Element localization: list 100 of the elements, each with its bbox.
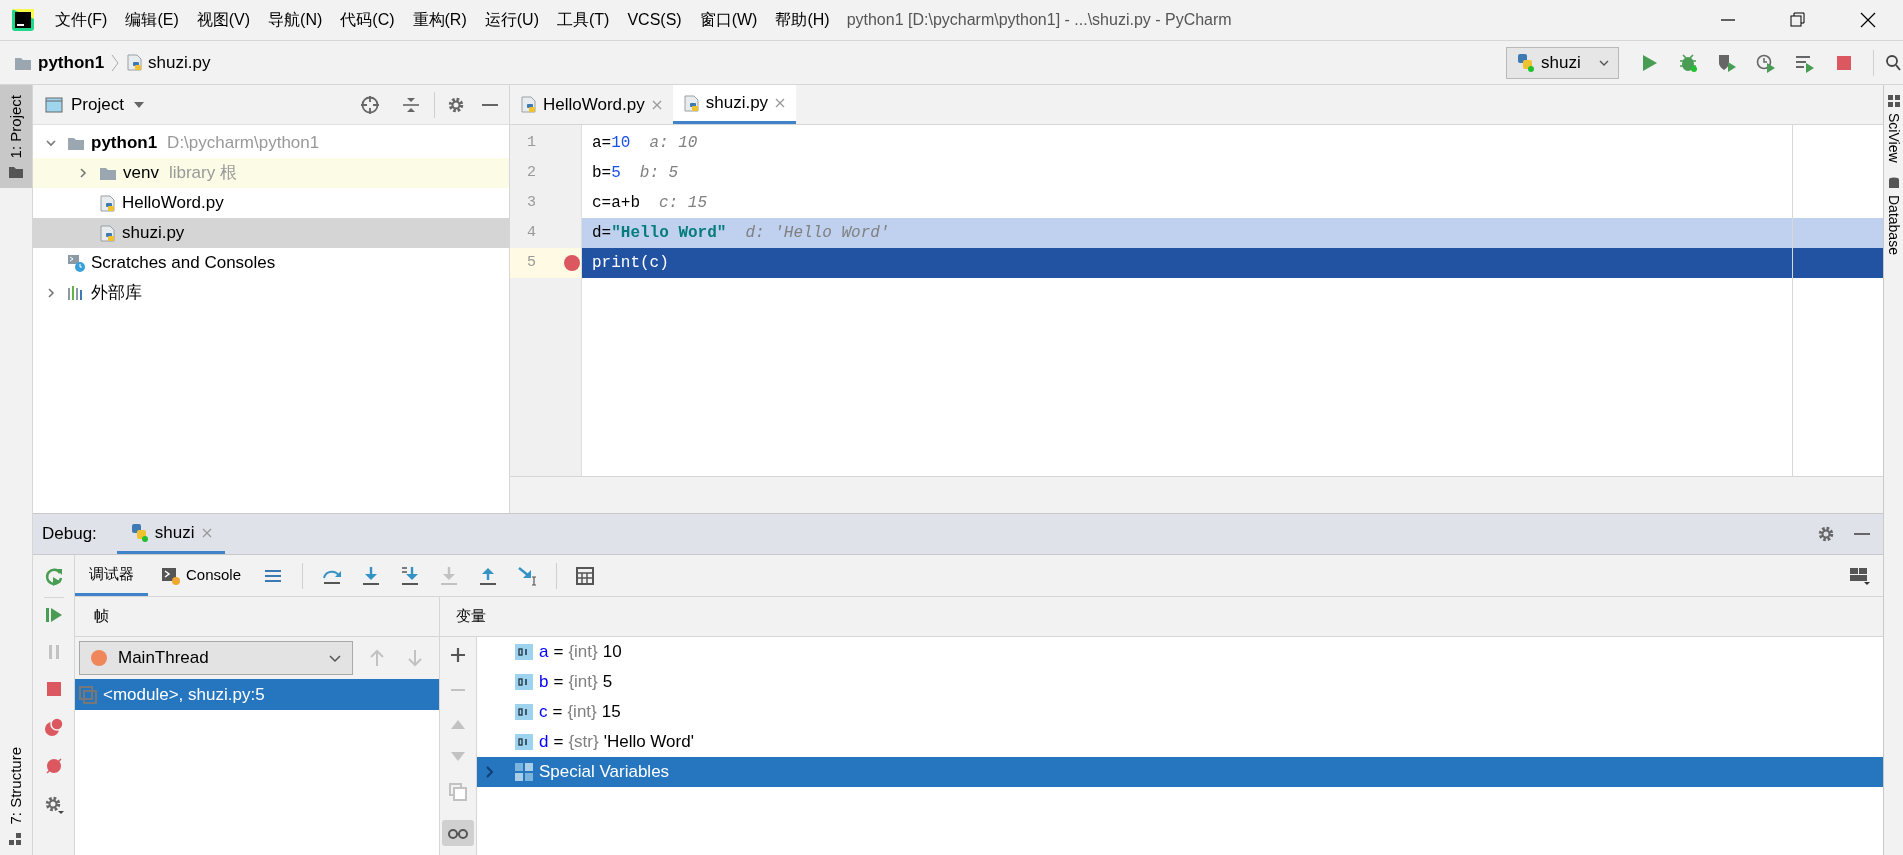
rerun-icon[interactable] bbox=[43, 566, 64, 586]
tool-window-tab[interactable]: SciView bbox=[1883, 95, 1903, 163]
add-icon[interactable] bbox=[450, 647, 466, 663]
tree-item[interactable]: venv library 根 bbox=[33, 158, 509, 188]
menu-item[interactable]: 代码(C) bbox=[331, 8, 404, 32]
line-number: 1 bbox=[526, 132, 536, 153]
stop-icon[interactable] bbox=[44, 680, 63, 698]
menu-item[interactable]: 窗口(W) bbox=[690, 8, 767, 32]
menu-item[interactable]: 帮助(H) bbox=[766, 8, 839, 32]
menu-item[interactable]: 视图(V) bbox=[187, 8, 260, 32]
folder-icon bbox=[9, 166, 23, 179]
grid-icon bbox=[1887, 95, 1900, 107]
breadcrumb-item[interactable]: shuzi.py bbox=[148, 49, 211, 76]
breadcrumb-separator-icon bbox=[110, 52, 121, 73]
database-icon bbox=[1887, 176, 1900, 189]
menu-item[interactable]: 导航(N) bbox=[259, 8, 332, 32]
step-into-my-code-icon[interactable] bbox=[400, 565, 421, 586]
thread-dot-icon bbox=[90, 649, 108, 667]
tree-item[interactable]: shuzi.py bbox=[33, 218, 509, 248]
variable-icon bbox=[515, 674, 533, 690]
collapse-all-icon[interactable] bbox=[402, 95, 420, 114]
path-hint: library 根 bbox=[168, 162, 237, 185]
menu-item[interactable]: 文件(F) bbox=[46, 8, 117, 32]
clock-run-icon[interactable] bbox=[1756, 52, 1776, 73]
structure-icon bbox=[9, 833, 23, 845]
close-icon[interactable] bbox=[200, 526, 213, 539]
python-file-icon bbox=[126, 54, 144, 71]
glasses-icon[interactable] bbox=[442, 820, 474, 846]
menu-item[interactable]: 运行(U) bbox=[475, 8, 548, 32]
code-line: a=10 a: 10 bbox=[591, 133, 699, 154]
search-icon[interactable] bbox=[1885, 53, 1901, 72]
line-number: 2 bbox=[526, 162, 536, 183]
run-config-dropdown[interactable]: shuzi bbox=[1506, 46, 1619, 79]
code-line: c=a+b c: 15 bbox=[591, 193, 709, 214]
settings-icon[interactable] bbox=[447, 95, 465, 114]
python-file-icon bbox=[99, 224, 116, 242]
debug-bug-icon[interactable] bbox=[1678, 52, 1698, 73]
menu-item[interactable]: 工具(T) bbox=[547, 8, 619, 32]
debug-subtab[interactable]: Console bbox=[148, 555, 256, 596]
step-out-icon[interactable] bbox=[478, 565, 499, 586]
breadcrumb-item[interactable]: python1 bbox=[38, 49, 105, 76]
line-number: 5 bbox=[526, 252, 536, 273]
tree-item[interactable]: HelloWord.py bbox=[33, 188, 509, 218]
line-number: 3 bbox=[526, 192, 536, 213]
python-logo-icon bbox=[1515, 52, 1535, 73]
folder-icon bbox=[99, 165, 117, 181]
close-icon[interactable] bbox=[650, 98, 663, 111]
menu-item[interactable]: VCS(S) bbox=[618, 8, 691, 32]
variable-row[interactable]: a = {int} 10 bbox=[477, 637, 1883, 667]
menu-item[interactable]: 重构(R) bbox=[403, 8, 476, 32]
shield-run-icon[interactable] bbox=[1717, 52, 1737, 73]
path-hint: D:\pycharm\python1 bbox=[167, 132, 320, 155]
menu-item[interactable]: 编辑(E) bbox=[116, 8, 188, 32]
tool-window-tab[interactable]: Database bbox=[1883, 176, 1903, 255]
breakpoint-icon[interactable] bbox=[563, 254, 581, 272]
layout-icon[interactable] bbox=[1849, 565, 1871, 586]
variable-row[interactable]: b = {int} 5 bbox=[477, 667, 1883, 697]
close-icon[interactable] bbox=[774, 97, 787, 109]
panel-title: Debug: bbox=[42, 523, 97, 546]
variable-row[interactable]: d = {str} 'Hello Word' bbox=[477, 727, 1883, 757]
resume-icon[interactable] bbox=[44, 606, 63, 624]
folder-icon bbox=[67, 135, 85, 151]
column-header: 变量 bbox=[456, 606, 486, 627]
python-file-icon bbox=[520, 96, 537, 113]
app-logo-icon bbox=[12, 9, 34, 31]
variable-icon bbox=[515, 704, 533, 720]
editor-tab[interactable]: shuzi.py bbox=[672, 85, 797, 124]
frame-item[interactable]: <module>, shuzi.py:5 bbox=[75, 679, 439, 710]
code-line: b=5 b: 5 bbox=[591, 163, 680, 184]
window-title: python1 [D:\pycharm\python1] - ...\shuzi.py - PyCharm bbox=[846, 10, 1232, 30]
python-file-icon bbox=[682, 94, 700, 112]
tool-window-tab[interactable]: 1: Project bbox=[0, 85, 32, 189]
frame-icon bbox=[79, 685, 97, 704]
group-icon bbox=[515, 763, 533, 781]
console-icon bbox=[162, 566, 180, 585]
panel-title[interactable]: Project bbox=[71, 91, 124, 118]
variable-icon bbox=[515, 644, 533, 660]
thread-dropdown[interactable]: MainThread bbox=[79, 641, 353, 675]
settings-icon[interactable] bbox=[43, 795, 64, 815]
variable-row[interactable]: Special Variables bbox=[477, 757, 1883, 787]
line-number: 4 bbox=[526, 222, 536, 243]
variable-icon bbox=[515, 734, 533, 750]
tree-item[interactable]: 外部库 bbox=[33, 278, 509, 308]
step-into-icon[interactable] bbox=[361, 565, 382, 586]
window-icon bbox=[45, 96, 63, 113]
caret-down-icon[interactable] bbox=[132, 99, 145, 110]
tree-item[interactable]: Scratches and Consoles bbox=[33, 248, 509, 278]
editor-tab[interactable]: HelloWord.py bbox=[510, 85, 673, 124]
python-file-icon bbox=[99, 194, 116, 212]
column-header: 帧 bbox=[94, 606, 109, 627]
breakpoints-icon[interactable] bbox=[43, 717, 64, 737]
calculator-icon[interactable] bbox=[576, 566, 595, 585]
locate-icon[interactable] bbox=[360, 94, 380, 115]
settings-icon[interactable] bbox=[1817, 525, 1835, 543]
tree-item[interactable]: python1 D:\pycharm\python1 bbox=[33, 128, 509, 158]
scratches-icon bbox=[67, 254, 85, 272]
variable-row[interactable]: c = {int} 15 bbox=[477, 697, 1883, 727]
run-to-cursor-icon[interactable] bbox=[517, 565, 538, 586]
tool-window-tab[interactable]: 7: Structure bbox=[0, 737, 32, 855]
library-icon bbox=[67, 285, 85, 301]
